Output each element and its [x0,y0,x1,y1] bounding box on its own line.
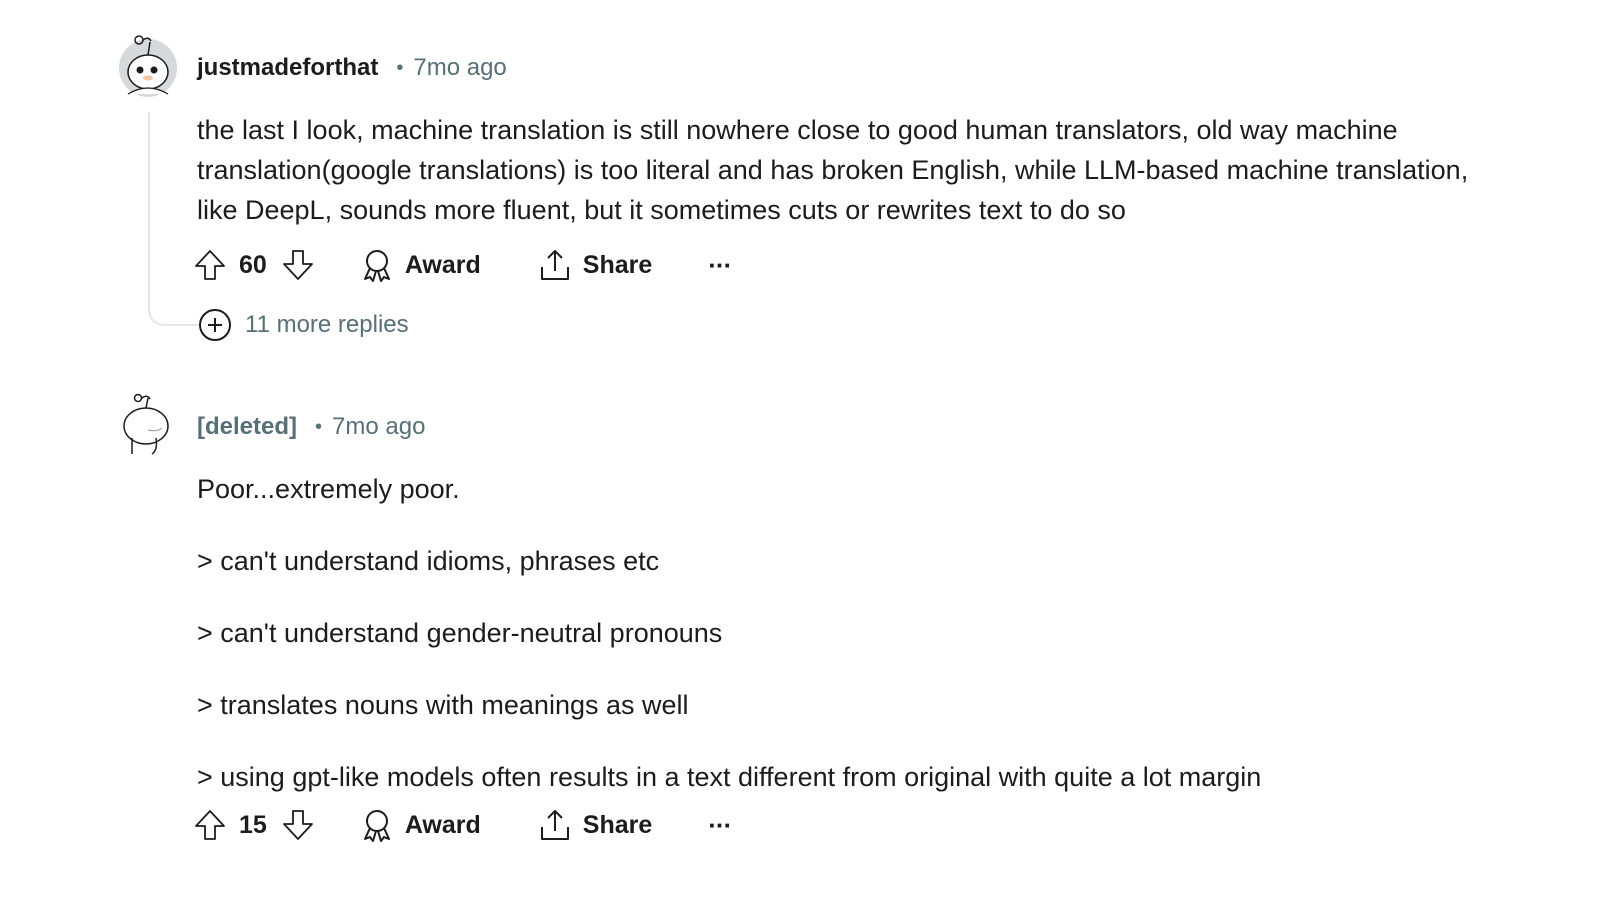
more-replies-label: 11 more replies [245,311,409,338]
share-label: Share [582,810,653,839]
award-button[interactable]: Award [359,807,481,843]
comment-body-line: > can't understand gender-neutral pronou… [197,618,723,648]
comment-actions: 60 Award Share ··· [193,243,732,287]
comment-body: the last I look, machine translation is … [197,110,1597,230]
comment-meta: [deleted] • 7mo ago [197,412,425,442]
upvote-button[interactable] [193,248,227,282]
comment-body-line: > translates nouns with meanings as well [197,690,689,720]
comment-actions: 15 Award Share ··· [193,803,732,847]
vote-score: 15 [239,810,267,839]
expand-plus-icon [199,309,231,341]
username[interactable]: justmadeforthat [197,54,378,82]
timestamp[interactable]: 7mo ago [332,413,425,441]
share-icon [540,250,569,280]
upvote-icon [195,810,225,840]
comment-body-line: the last I look, machine translation is … [197,115,1398,145]
comment-body-line: > can't understand idioms, phrases etc [197,546,660,576]
award-label: Award [404,250,481,279]
comment-body: Poor...extremely poor. > can't understan… [197,469,1597,829]
comment-body-line: Poor...extremely poor. [197,474,460,504]
share-button[interactable]: Share [537,807,652,843]
award-label: Award [404,810,481,839]
more-options-button[interactable]: ··· [708,809,732,841]
downvote-button[interactable] [281,248,315,282]
upvote-icon [195,250,225,280]
more-options-icon: ··· [708,249,732,280]
comment-body-line: translation(google translations) is too … [197,155,1469,185]
downvote-icon [282,810,313,840]
upvote-button[interactable] [193,808,227,842]
vote-score: 60 [239,250,267,279]
more-options-button[interactable]: ··· [708,249,732,281]
downvote-icon [282,250,313,280]
timestamp[interactable]: 7mo ago [413,54,506,82]
snoo-avatar-icon[interactable] [118,32,180,98]
downvote-button[interactable] [281,808,315,842]
comment-body-line: > using gpt-like models often results in… [197,762,1262,792]
comment-meta: justmadeforthat • 7mo ago [197,53,507,83]
deleted-snoo-avatar-icon [123,393,169,455]
more-replies-button[interactable]: 11 more replies [197,307,409,343]
award-button[interactable]: Award [359,247,481,283]
thread-line[interactable] [148,112,200,326]
comment-body-line: like DeepL, sounds more fluent, but it s… [197,195,1126,225]
more-options-icon: ··· [708,809,732,840]
share-icon [540,810,569,840]
meta-separator: • [315,415,323,438]
meta-separator: • [396,56,404,79]
award-icon [363,250,390,282]
username: [deleted] [197,413,298,440]
share-button[interactable]: Share [537,247,652,283]
share-label: Share [582,250,653,279]
award-icon [363,810,390,842]
